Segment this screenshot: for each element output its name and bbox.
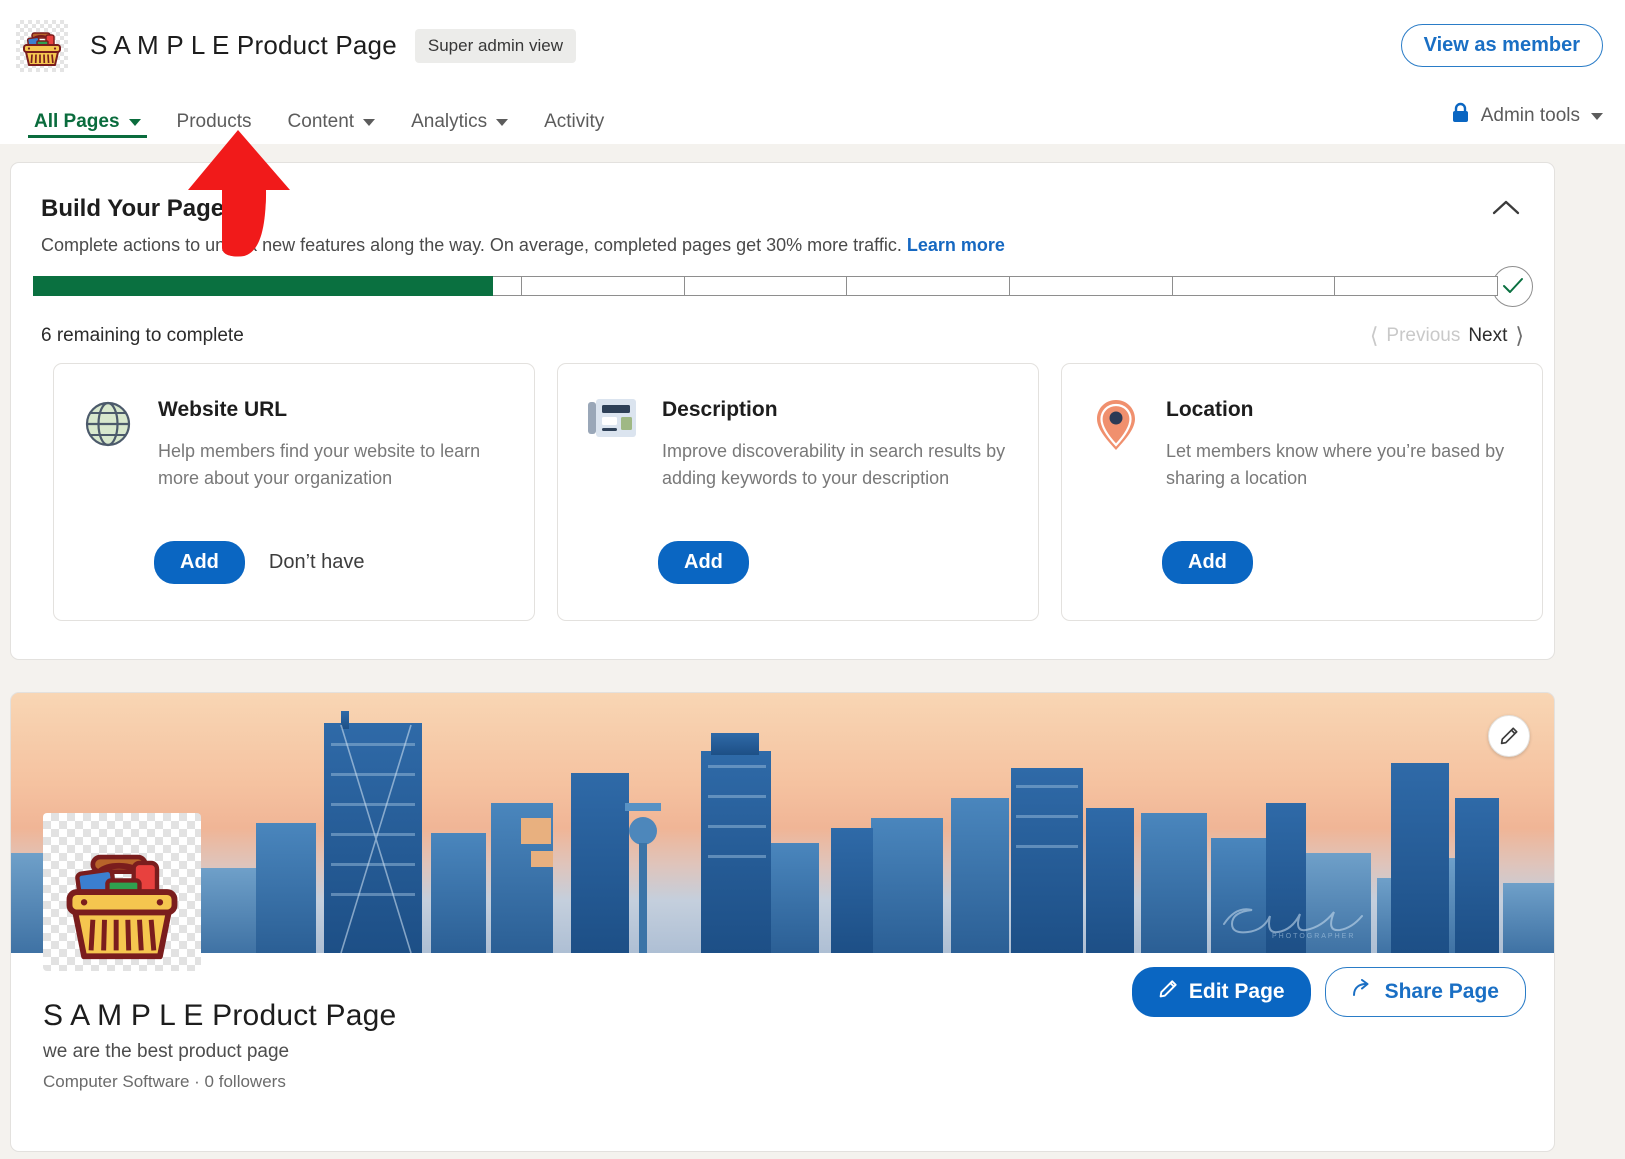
shopping-basket-icon bbox=[16, 19, 68, 72]
build-subtitle-text: Complete actions to unlock new features … bbox=[41, 235, 907, 255]
nav-item-content[interactable]: Content bbox=[270, 91, 394, 144]
nav-label: Analytics bbox=[411, 111, 488, 132]
nav-label: All Pages bbox=[34, 111, 120, 132]
active-underline bbox=[28, 135, 147, 138]
photographer-watermark: PHOTOGRAPHER bbox=[1214, 894, 1464, 947]
progress-segment bbox=[1009, 276, 1172, 296]
avatar bbox=[43, 813, 201, 971]
previous-button[interactable]: Previous bbox=[1386, 325, 1460, 347]
build-progress-status: 6 remaining to complete ⟨ Previous Next … bbox=[41, 323, 1524, 349]
profile-action-buttons: Edit Page Share Page bbox=[1131, 967, 1526, 1017]
progress-segment bbox=[683, 276, 847, 296]
progress-segment bbox=[1171, 276, 1335, 296]
admin-tools-label: Admin tools bbox=[1480, 105, 1580, 126]
next-button[interactable]: Next bbox=[1468, 325, 1507, 347]
chevron-right-icon[interactable]: ⟩ bbox=[1515, 323, 1524, 349]
chevron-down-icon bbox=[1591, 112, 1603, 120]
build-section-subtitle: Complete actions to unlock new features … bbox=[41, 233, 1524, 257]
build-section-title: Build Your Page bbox=[41, 195, 225, 222]
task-card-website-url: Website URL Help members find your websi… bbox=[53, 363, 535, 621]
add-location-button[interactable]: Add bbox=[1162, 541, 1253, 584]
chevron-left-icon: ⟨ bbox=[1369, 323, 1379, 348]
task-description: Improve discoverability in search result… bbox=[662, 441, 1006, 488]
progress-segment bbox=[1334, 276, 1499, 296]
progress-segment bbox=[358, 276, 522, 296]
super-admin-badge: Super admin view bbox=[414, 28, 576, 63]
dont-have-button[interactable]: Don’t have bbox=[269, 551, 365, 574]
task-title: Website URL bbox=[158, 398, 288, 421]
progress-segment bbox=[846, 276, 1010, 296]
task-card-location: Location Let members know where you’re b… bbox=[1061, 363, 1543, 621]
edit-page-label: Edit Page bbox=[1188, 980, 1285, 1003]
chevron-down-icon bbox=[128, 118, 141, 126]
learn-more-link[interactable]: Learn more bbox=[907, 235, 1005, 255]
share-page-button[interactable]: Share Page bbox=[1324, 967, 1526, 1017]
admin-tools-menu[interactable]: Admin tools bbox=[1451, 91, 1603, 130]
shopping-basket-icon bbox=[66, 854, 178, 960]
nav-item-analytics[interactable]: Analytics bbox=[393, 91, 526, 144]
nav-item-all-pages[interactable]: All Pages bbox=[16, 91, 159, 144]
chevron-up-icon[interactable] bbox=[1492, 199, 1520, 217]
pencil-icon bbox=[1158, 979, 1178, 1005]
globe-icon bbox=[80, 392, 136, 492]
lock-icon bbox=[1451, 102, 1470, 130]
task-description: Let members know where you’re based by s… bbox=[1166, 441, 1505, 488]
task-title: Location bbox=[1166, 398, 1254, 421]
task-description: Help members find your website to learn … bbox=[158, 441, 481, 488]
banner-image: PHOTOGRAPHER bbox=[11, 693, 1554, 953]
profile-meta: Computer Software · 0 followers bbox=[43, 1072, 286, 1091]
top-header: S A M P L E Product Page Super admin vie… bbox=[0, 0, 1625, 91]
edit-page-button[interactable]: Edit Page bbox=[1131, 967, 1311, 1017]
primary-nav: All Pages Products Content Analytics Act… bbox=[0, 91, 1625, 144]
progress-segment bbox=[195, 276, 359, 296]
build-your-page-card: Build Your Page Complete actions to unlo… bbox=[10, 162, 1555, 660]
nav-item-activity[interactable]: Activity bbox=[526, 91, 622, 144]
nav-label: Products bbox=[176, 111, 252, 132]
progress-complete-badge bbox=[1492, 265, 1533, 307]
add-description-button[interactable]: Add bbox=[658, 541, 749, 584]
add-website-url-button[interactable]: Add bbox=[154, 541, 245, 584]
view-as-member-button[interactable]: View as member bbox=[1400, 24, 1603, 67]
task-card-list: Website URL Help members find your websi… bbox=[53, 363, 1543, 621]
chevron-down-icon bbox=[363, 118, 376, 126]
profile-tagline: we are the best product page bbox=[43, 1041, 290, 1062]
nav-item-products[interactable]: Products bbox=[159, 91, 270, 144]
check-icon bbox=[1502, 278, 1523, 293]
progress-segment bbox=[521, 276, 684, 296]
svg-text:PHOTOGRAPHER: PHOTOGRAPHER bbox=[1272, 933, 1355, 940]
task-title: Description bbox=[662, 398, 778, 421]
task-pager: ⟨ Previous Next ⟩ bbox=[1370, 323, 1524, 349]
progress-segment bbox=[33, 276, 196, 296]
page-title: S A M P L E Product Page bbox=[90, 30, 397, 60]
build-progress-bar bbox=[33, 265, 1533, 307]
nav-label: Content bbox=[287, 111, 355, 132]
article-icon bbox=[584, 392, 640, 492]
pencil-icon[interactable] bbox=[1488, 715, 1530, 757]
share-arrow-icon bbox=[1352, 979, 1374, 1005]
chevron-down-icon bbox=[496, 118, 509, 126]
page-profile-card: PHOTOGRAPHER S A M P L E Product Page we… bbox=[10, 692, 1555, 1152]
remaining-count-label: 6 remaining to complete bbox=[41, 325, 244, 346]
nav-label: Activity bbox=[544, 111, 605, 132]
profile-details: S A M P L E Product Page we are the best… bbox=[11, 953, 1554, 1151]
map-pin-icon bbox=[1088, 392, 1144, 492]
progress-segments bbox=[33, 276, 1499, 296]
task-card-description: Description Improve discoverability in s… bbox=[557, 363, 1039, 621]
page-root: S A M P L E Product Page Super admin vie… bbox=[0, 0, 1625, 1159]
share-page-label: Share Page bbox=[1384, 980, 1499, 1003]
